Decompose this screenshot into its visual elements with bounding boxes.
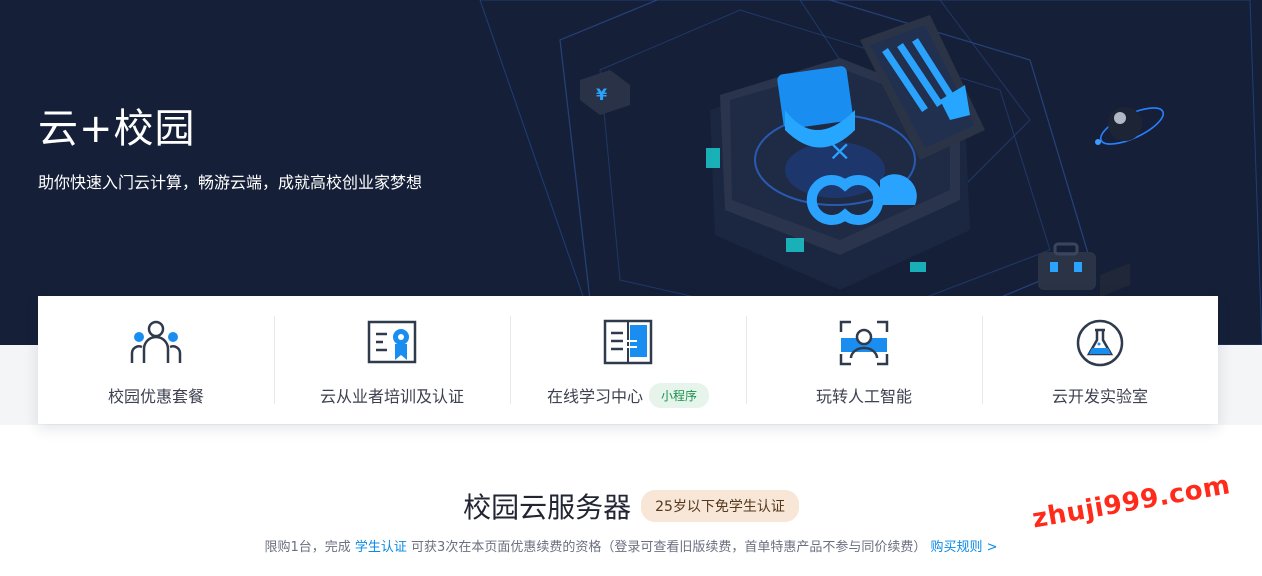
section-note: 限购1台，完成 学生认证 可获3次在本页面优惠续费的资格（登录可查看旧版续费，首…: [0, 536, 1262, 555]
book-icon: [601, 316, 655, 370]
purchase-rules-link[interactable]: 购买规则 >: [930, 540, 997, 555]
entry-label: 云从业者培训及认证: [319, 387, 464, 406]
student-exemption-badge: 25岁以下免学生认证: [641, 490, 799, 522]
entry-training-certification[interactable]: 云从业者培训及认证: [274, 296, 510, 424]
page: { "hero": { "title": "云+校园", "subtitle":…: [0, 0, 1262, 576]
entry-online-learning[interactable]: 在线学习中心 小程序: [510, 296, 746, 424]
entry-label: 校园优惠套餐: [107, 387, 204, 406]
face-scan-icon: [837, 316, 891, 370]
hero-subtitle: 助你快速入门云计算，畅游云端，成就高校创业家梦想: [38, 173, 423, 192]
hero-banner: × ¥ 云+校园 助你快速入门云计算，畅游云端，成就高校创业家梦想: [0, 0, 1262, 345]
quick-entry-card: 校园优惠套餐 云从业者培训及认证 在线学习中心 小程序 玩转人工智能 云开发实验…: [38, 296, 1218, 424]
note-middle: 可获3次在本页面优惠续费的资格（登录可查看旧版续费，首单特惠产品不参与同价续费）: [406, 540, 931, 555]
svg-text:×: ×: [828, 134, 851, 167]
hero-illustration: × ¥: [479, 0, 1262, 345]
entry-dev-lab[interactable]: 云开发实验室: [982, 296, 1218, 424]
svg-text:¥: ¥: [596, 85, 607, 104]
section-title: 校园云服务器: [463, 491, 632, 524]
certificate-icon: [365, 316, 419, 370]
people-group-icon: [129, 316, 183, 370]
mini-program-badge: 小程序: [649, 382, 710, 408]
entry-label: 在线学习中心: [546, 387, 643, 406]
entry-ai[interactable]: 玩转人工智能: [746, 296, 982, 424]
entry-campus-package[interactable]: 校园优惠套餐: [38, 296, 274, 424]
hero-title: 云+校园: [38, 106, 196, 152]
student-auth-link[interactable]: 学生认证: [355, 540, 407, 555]
entry-label: 玩转人工智能: [815, 387, 912, 406]
flask-icon: [1073, 316, 1127, 370]
entry-label: 云开发实验室: [1051, 387, 1148, 406]
note-prefix: 限购1台，完成: [264, 540, 355, 555]
